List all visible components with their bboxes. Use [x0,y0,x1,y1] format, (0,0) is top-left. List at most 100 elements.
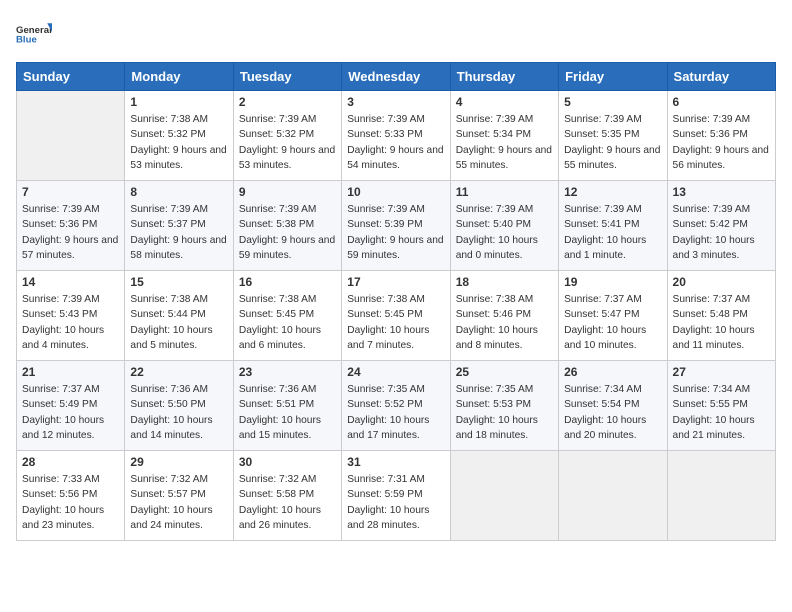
day-info: Sunrise: 7:37 AMSunset: 5:47 PMDaylight:… [564,292,661,353]
day-info: Sunrise: 7:34 AMSunset: 5:54 PMDaylight:… [564,382,661,443]
day-info: Sunrise: 7:39 AMSunset: 5:35 PMDaylight:… [564,112,661,173]
weekday-tuesday: Tuesday [233,63,341,91]
day-number: 30 [239,455,336,469]
day-info: Sunrise: 7:39 AMSunset: 5:32 PMDaylight:… [239,112,336,173]
calendar-cell [559,451,667,541]
calendar-cell: 30Sunrise: 7:32 AMSunset: 5:58 PMDayligh… [233,451,341,541]
day-number: 29 [130,455,227,469]
calendar-cell: 4 Sunrise: 7:39 AMSunset: 5:34 PMDaylight… [450,91,558,181]
calendar-cell: 25 Sunrise: 7:35 AMSunset: 5:53 PMDayligh… [450,361,558,451]
day-info: Sunrise: 7:39 AMSunset: 5:40 PMDaylight:… [456,202,553,263]
calendar-cell: 10Sunrise: 7:39 AMSunset: 5:39 PMDayligh… [342,181,450,271]
day-number: 14 [22,275,119,289]
weekday-monday: Monday [125,63,233,91]
calendar-cell: 2 Sunrise: 7:39 AMSunset: 5:32 PMDaylight… [233,91,341,181]
logo-svg: General Blue [16,16,52,52]
day-info: Sunrise: 7:39 AMSunset: 5:41 PMDaylight:… [564,202,661,263]
day-info: Sunrise: 7:39 AMSunset: 5:34 PMDaylight:… [456,112,553,173]
calendar-cell: 9 Sunrise: 7:39 AMSunset: 5:38 PMDaylight… [233,181,341,271]
day-number: 5 [564,95,661,109]
calendar-cell: 14Sunrise: 7:39 AMSunset: 5:43 PMDayligh… [17,271,125,361]
day-info: Sunrise: 7:38 AMSunset: 5:45 PMDaylight:… [347,292,444,353]
calendar-cell: 31Sunrise: 7:31 AMSunset: 5:59 PMDayligh… [342,451,450,541]
calendar-cell: 22 Sunrise: 7:36 AMSunset: 5:50 PMDayligh… [125,361,233,451]
weekday-saturday: Saturday [667,63,775,91]
calendar-cell: 24 Sunrise: 7:35 AMSunset: 5:52 PMDayligh… [342,361,450,451]
calendar-cell: 11 Sunrise: 7:39 AMSunset: 5:40 PMDayligh… [450,181,558,271]
day-number: 15 [130,275,227,289]
calendar-cell [450,451,558,541]
day-number: 27 [673,365,770,379]
day-number: 16 [239,275,336,289]
day-number: 11 [456,185,553,199]
weekday-header-row: SundayMondayTuesdayWednesdayThursdayFrid… [17,63,776,91]
day-info: Sunrise: 7:34 AMSunset: 5:55 PMDaylight:… [673,382,770,443]
calendar-cell: 29 Sunrise: 7:32 AMSunset: 5:57 PMDayligh… [125,451,233,541]
day-info: Sunrise: 7:37 AMSunset: 5:48 PMDaylight:… [673,292,770,353]
day-number: 6 [673,95,770,109]
calendar-cell: 28 Sunrise: 7:33 AMSunset: 5:56 PMDayligh… [17,451,125,541]
day-number: 1 [130,95,227,109]
calendar-cell: 19 Sunrise: 7:37 AMSunset: 5:47 PMDayligh… [559,271,667,361]
day-number: 10 [347,185,444,199]
calendar-cell: 26 Sunrise: 7:34 AMSunset: 5:54 PMDayligh… [559,361,667,451]
day-info: Sunrise: 7:33 AMSunset: 5:56 PMDaylight:… [22,472,119,533]
svg-text:Blue: Blue [16,34,37,45]
calendar-cell: 13 Sunrise: 7:39 AMSunset: 5:42 PMDayligh… [667,181,775,271]
day-info: Sunrise: 7:38 AMSunset: 5:44 PMDaylight:… [130,292,227,353]
day-info: Sunrise: 7:35 AMSunset: 5:52 PMDaylight:… [347,382,444,443]
day-number: 13 [673,185,770,199]
day-number: 3 [347,95,444,109]
calendar-cell [17,91,125,181]
day-number: 18 [456,275,553,289]
calendar-cell: 23Sunrise: 7:36 AMSunset: 5:51 PMDayligh… [233,361,341,451]
week-row-1: 1 Sunrise: 7:38 AMSunset: 5:32 PMDaylight… [17,91,776,181]
day-info: Sunrise: 7:39 AMSunset: 5:36 PMDaylight:… [673,112,770,173]
day-number: 21 [22,365,119,379]
week-row-3: 14Sunrise: 7:39 AMSunset: 5:43 PMDayligh… [17,271,776,361]
day-info: Sunrise: 7:38 AMSunset: 5:32 PMDaylight:… [130,112,227,173]
calendar-cell: 20 Sunrise: 7:37 AMSunset: 5:48 PMDayligh… [667,271,775,361]
week-row-5: 28 Sunrise: 7:33 AMSunset: 5:56 PMDayligh… [17,451,776,541]
day-number: 22 [130,365,227,379]
day-number: 28 [22,455,119,469]
day-number: 7 [22,185,119,199]
day-info: Sunrise: 7:36 AMSunset: 5:50 PMDaylight:… [130,382,227,443]
day-info: Sunrise: 7:39 AMSunset: 5:37 PMDaylight:… [130,202,227,263]
calendar-cell: 16 Sunrise: 7:38 AMSunset: 5:45 PMDayligh… [233,271,341,361]
calendar-cell: 27 Sunrise: 7:34 AMSunset: 5:55 PMDayligh… [667,361,775,451]
calendar-cell: 3Sunrise: 7:39 AMSunset: 5:33 PMDaylight… [342,91,450,181]
calendar-cell: 8 Sunrise: 7:39 AMSunset: 5:37 PMDaylight… [125,181,233,271]
week-row-4: 21 Sunrise: 7:37 AMSunset: 5:49 PMDayligh… [17,361,776,451]
day-number: 12 [564,185,661,199]
day-info: Sunrise: 7:38 AMSunset: 5:45 PMDaylight:… [239,292,336,353]
day-info: Sunrise: 7:35 AMSunset: 5:53 PMDaylight:… [456,382,553,443]
day-info: Sunrise: 7:37 AMSunset: 5:49 PMDaylight:… [22,382,119,443]
day-number: 4 [456,95,553,109]
day-number: 9 [239,185,336,199]
day-info: Sunrise: 7:31 AMSunset: 5:59 PMDaylight:… [347,472,444,533]
week-row-2: 7 Sunrise: 7:39 AMSunset: 5:36 PMDaylight… [17,181,776,271]
day-number: 24 [347,365,444,379]
day-number: 17 [347,275,444,289]
day-info: Sunrise: 7:39 AMSunset: 5:42 PMDaylight:… [673,202,770,263]
day-number: 19 [564,275,661,289]
day-number: 20 [673,275,770,289]
logo: General Blue [16,16,52,52]
calendar-cell: 6 Sunrise: 7:39 AMSunset: 5:36 PMDaylight… [667,91,775,181]
day-number: 26 [564,365,661,379]
day-info: Sunrise: 7:32 AMSunset: 5:57 PMDaylight:… [130,472,227,533]
calendar-cell: 5 Sunrise: 7:39 AMSunset: 5:35 PMDaylight… [559,91,667,181]
header: General Blue [16,16,776,52]
day-info: Sunrise: 7:38 AMSunset: 5:46 PMDaylight:… [456,292,553,353]
day-info: Sunrise: 7:39 AMSunset: 5:36 PMDaylight:… [22,202,119,263]
calendar-table: SundayMondayTuesdayWednesdayThursdayFrid… [16,62,776,541]
day-number: 2 [239,95,336,109]
day-number: 23 [239,365,336,379]
calendar-cell: 21 Sunrise: 7:37 AMSunset: 5:49 PMDayligh… [17,361,125,451]
weekday-wednesday: Wednesday [342,63,450,91]
day-info: Sunrise: 7:39 AMSunset: 5:38 PMDaylight:… [239,202,336,263]
day-number: 8 [130,185,227,199]
day-number: 25 [456,365,553,379]
calendar-cell: 15 Sunrise: 7:38 AMSunset: 5:44 PMDayligh… [125,271,233,361]
